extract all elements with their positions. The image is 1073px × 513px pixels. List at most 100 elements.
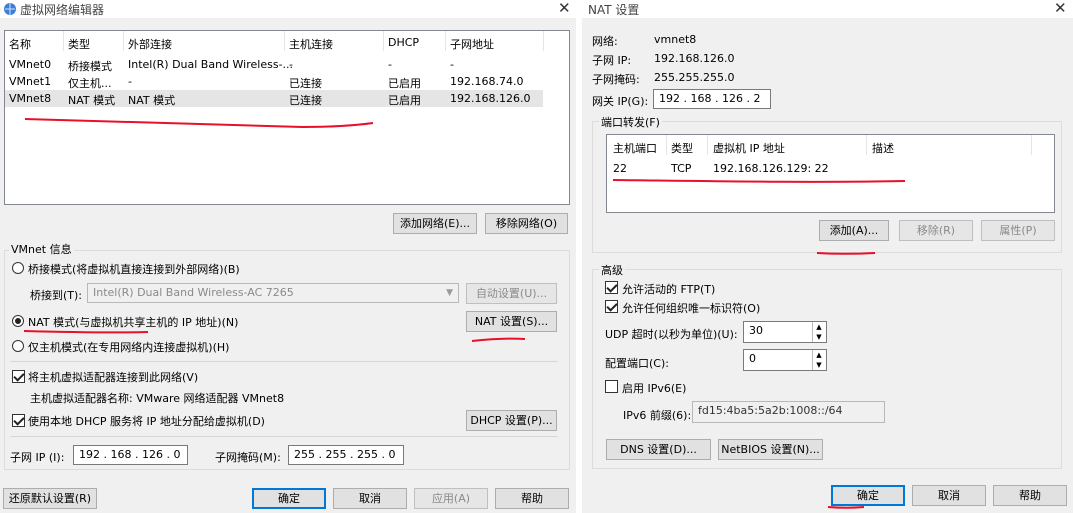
bridge-to-value: Intel(R) Dual Band Wireless-AC 7265 (93, 286, 294, 299)
port-forwarding-list[interactable]: 主机端口 类型 虚拟机 IP 地址 描述 22 TCP 192.168.126.… (606, 134, 1055, 213)
col-host-port[interactable]: 主机端口 (613, 140, 657, 156)
oui-label[interactable]: 允许任何组织唯一标识符(O) (622, 300, 760, 316)
netbios-settings-button[interactable]: NetBIOS 设置(N)... (718, 439, 823, 460)
nat-settings-window: NAT 设置 ✕ 网络: vmnet8 子网 IP: 192.168.126.0… (582, 0, 1073, 513)
subnet-mask-input[interactable]: 255 . 255 . 255 . 0 (288, 445, 404, 465)
close-icon[interactable]: ✕ (558, 0, 571, 17)
annotation-underline (827, 506, 865, 509)
annotation-underline (816, 252, 876, 255)
chevron-down-icon: ▼ (446, 288, 453, 298)
host-only-radio[interactable] (12, 340, 24, 352)
subnet-ip-input[interactable]: 192 . 168 . 126 . 0 (73, 445, 188, 465)
ok-button[interactable]: 确定 (252, 488, 326, 509)
apply-button[interactable]: 应用(A) (414, 488, 488, 509)
cancel-button[interactable]: 取消 (912, 485, 986, 506)
network-list-header: 名称 类型 外部连接 主机连接 DHCP 子网地址 (5, 31, 569, 53)
row-host-port: 22 (613, 162, 627, 175)
col-dhcp[interactable]: DHCP (388, 36, 419, 49)
col-external[interactable]: 外部连接 (128, 36, 172, 52)
help-button[interactable]: 帮助 (495, 488, 569, 509)
nat-mode-radio[interactable] (12, 315, 24, 327)
row-vm-ip: 192.168.126.129: 22 (713, 162, 829, 175)
dhcp-settings-button[interactable]: DHCP 设置(P)... (466, 410, 557, 431)
table-row[interactable]: 22 TCP 192.168.126.129: 22 (607, 160, 1031, 177)
add-network-button[interactable]: 添加网络(E)... (393, 213, 477, 234)
subnet-mask-label: 子网掩码(M): (215, 451, 281, 464)
divider (10, 361, 558, 362)
help-button[interactable]: 帮助 (993, 485, 1067, 506)
row-type: NAT 模式 (68, 94, 116, 107)
ipv6-prefix-input[interactable]: fd15:4ba5:5a2b:1008::/64 (692, 401, 885, 423)
host-adapter-label[interactable]: 将主机虚拟适配器连接到此网络(V) (28, 369, 198, 385)
row-subnet: 192.168.74.0 (450, 75, 524, 88)
row-host: 已连接 (289, 77, 322, 90)
col-type[interactable]: 类型 (671, 140, 693, 156)
bridge-mode-radio[interactable] (12, 262, 24, 274)
spin-up-icon[interactable]: ▲ (812, 322, 825, 332)
dhcp-label[interactable]: 使用本地 DHCP 服务将 IP 地址分配给虚拟机(D) (28, 413, 265, 429)
subnet-ip-value: 192.168.126.0 (654, 52, 735, 65)
row-dhcp: 已启用 (388, 77, 421, 90)
title-bar: 虚拟网络编辑器 ✕ (0, 0, 576, 18)
bridge-mode-label[interactable]: 桥接模式(将虚拟机直接连接到外部网络)(B) (28, 261, 240, 277)
properties-button[interactable]: 属性(P) (981, 220, 1055, 241)
ipv6-label[interactable]: 启用 IPv6(E) (622, 380, 686, 396)
port-forwarding-label: 端口转发(F) (599, 114, 662, 130)
table-row[interactable]: VMnet1 仅主机... - 已连接 已启用 192.168.74.0 (5, 73, 543, 90)
network-list[interactable]: 名称 类型 外部连接 主机连接 DHCP 子网地址 VMnet0 桥接模式 In… (4, 30, 570, 205)
col-type[interactable]: 类型 (68, 36, 90, 52)
annotation-underline (471, 337, 526, 342)
table-row[interactable]: VMnet0 桥接模式 Intel(R) Dual Band Wireless-… (5, 56, 543, 73)
restore-defaults-button[interactable]: 还原默认设置(R) (3, 488, 97, 509)
nat-settings-button[interactable]: NAT 设置(S)... (466, 311, 557, 332)
subnet-mask-label: 子网掩码: (592, 73, 640, 86)
col-name[interactable]: 名称 (9, 36, 31, 52)
host-adapter-checkbox[interactable] (12, 370, 25, 383)
window-title: 虚拟网络编辑器 (20, 3, 105, 17)
row-name: VMnet8 (9, 92, 52, 105)
table-row-selected[interactable]: VMnet8 NAT 模式 NAT 模式 已连接 已启用 192.168.126… (5, 90, 543, 107)
add-port-forward-button[interactable]: 添加(A)... (819, 220, 889, 241)
subnet-ip-label: 子网 IP (I): (10, 451, 65, 464)
dhcp-checkbox[interactable] (12, 414, 25, 427)
config-port-value: 0 (749, 352, 756, 365)
row-type: TCP (671, 162, 692, 175)
row-dhcp: 已启用 (388, 94, 421, 107)
gateway-input[interactable]: 192 . 168 . 126 . 2 (653, 89, 771, 109)
bridge-to-select[interactable]: Intel(R) Dual Band Wireless-AC 7265 ▼ (87, 283, 459, 303)
annotation-underline (612, 179, 906, 183)
spin-down-icon[interactable]: ▼ (812, 360, 825, 370)
window-title: NAT 设置 (588, 3, 640, 17)
network-app-icon (4, 3, 16, 15)
config-port-input[interactable]: 0 ▲ ▼ (743, 349, 827, 371)
col-host[interactable]: 主机连接 (289, 36, 333, 52)
bridge-to-label: 桥接到(T): (30, 289, 83, 302)
col-description[interactable]: 描述 (872, 140, 894, 156)
auto-settings-button[interactable]: 自动设置(U)... (466, 283, 557, 304)
subnet-ip-label: 子网 IP: (592, 54, 632, 67)
annotation-underline (23, 330, 149, 334)
active-ftp-label[interactable]: 允许活动的 FTP(T) (622, 281, 715, 297)
advanced-label: 高级 (599, 262, 625, 278)
udp-timeout-input[interactable]: 30 ▲ ▼ (743, 321, 827, 343)
title-bar: NAT 设置 ✕ (582, 0, 1073, 18)
config-port-label: 配置端口(C): (605, 357, 669, 370)
oui-checkbox[interactable] (605, 300, 618, 313)
remove-port-forward-button[interactable]: 移除(R) (899, 220, 973, 241)
close-icon[interactable]: ✕ (1054, 0, 1067, 17)
row-host: 已连接 (289, 94, 322, 107)
spin-up-icon[interactable]: ▲ (812, 350, 825, 360)
ipv6-checkbox[interactable] (605, 380, 618, 393)
remove-network-button[interactable]: 移除网络(O) (485, 213, 568, 234)
col-subnet[interactable]: 子网地址 (450, 36, 494, 52)
host-only-label[interactable]: 仅主机模式(在专用网络内连接虚拟机)(H) (28, 339, 229, 355)
cancel-button[interactable]: 取消 (333, 488, 407, 509)
active-ftp-checkbox[interactable] (605, 281, 618, 294)
subnet-mask-value: 255.255.255.0 (654, 71, 735, 84)
row-subnet: 192.168.126.0 (450, 92, 531, 105)
divider (10, 436, 558, 437)
col-vm-ip[interactable]: 虚拟机 IP 地址 (713, 140, 785, 156)
dns-settings-button[interactable]: DNS 设置(D)... (606, 439, 711, 460)
network-value: vmnet8 (654, 33, 697, 46)
spin-down-icon[interactable]: ▼ (812, 332, 825, 342)
